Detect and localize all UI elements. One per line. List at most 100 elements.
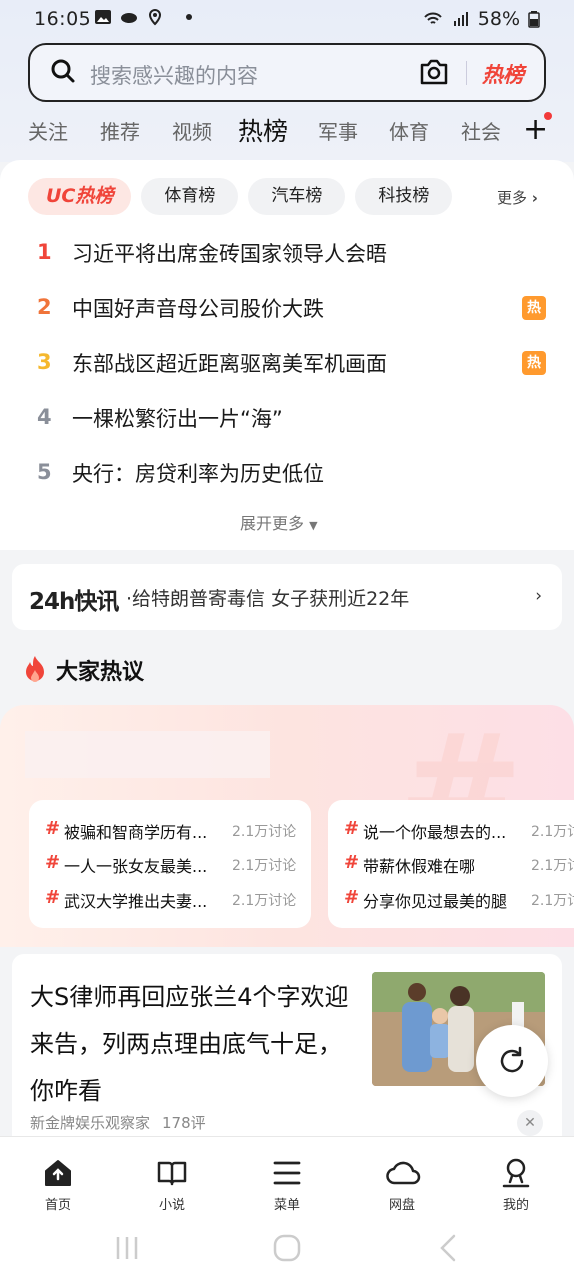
discuss-topic[interactable]: # 武汉大学推出夫妻... 2.1万讨论 xyxy=(45,887,309,913)
camera-icon[interactable] xyxy=(418,57,450,87)
news-comments: 178评 xyxy=(162,1114,206,1132)
hot-badge: 热 xyxy=(522,296,546,320)
topic-count: 2.1万讨 xyxy=(531,858,574,874)
signal-icon xyxy=(453,12,468,26)
discuss-topic[interactable]: # 分享你见过最美的腿 2.1万讨 xyxy=(344,887,574,913)
topic-title: 分享你见过最美的腿 xyxy=(363,892,508,911)
cloud-drive-icon xyxy=(386,1161,421,1185)
rank-title: 东部战区超近距离驱离美军机画面 xyxy=(72,352,387,376)
hot-ranking-card: UC热榜 体育榜 汽车榜 科技榜 更多 › 1 习近平将出席金砖国家领导人会晤 … xyxy=(0,160,574,550)
battery-icon xyxy=(528,11,540,28)
ranking-item[interactable]: 1 习近平将出席金砖国家领导人会晤 xyxy=(0,234,574,274)
nav-cloud[interactable]: 网盘 xyxy=(362,1147,442,1217)
caret-down-icon: ▼ xyxy=(309,519,318,532)
more-notifications-dot xyxy=(186,14,192,20)
hashtag-icon: # xyxy=(344,818,360,839)
topic-title: 说一个你最想去的... xyxy=(363,823,507,842)
nav-home-label: 首页 xyxy=(44,1198,71,1213)
notification-icons xyxy=(94,8,192,26)
menu-icon xyxy=(273,1161,301,1185)
topic-count: 2.1万讨论 xyxy=(232,858,297,874)
topic-count: 2.1万讨 xyxy=(531,893,574,909)
back-icon[interactable] xyxy=(434,1233,464,1263)
discuss-card-left: # 被骗和智商学历有... 2.1万讨论 # 一人一张女友最美... 2.1万讨… xyxy=(29,800,311,928)
chevron-right-icon: › xyxy=(531,189,538,207)
nav-menu-label: 菜单 xyxy=(273,1198,300,1213)
news-source: 新金牌娱乐观察家 xyxy=(30,1114,151,1132)
hot-discuss-panel: # # 被骗和智商学历有... 2.1万讨论 # 一人一张女友最美... 2.1… xyxy=(0,705,574,947)
chip-uc-hot[interactable]: UC热榜 xyxy=(28,178,132,215)
topic-title: 一人一张女友最美... xyxy=(64,857,208,876)
rank-number: 2 xyxy=(37,295,52,319)
hashtag-icon: # xyxy=(45,818,61,839)
tab-military[interactable]: 军事 xyxy=(318,116,358,145)
chip-auto[interactable]: 汽车榜 xyxy=(248,178,346,215)
rank-number: 1 xyxy=(37,240,52,264)
chip-tech[interactable]: 科技榜 xyxy=(355,178,453,215)
discuss-topic[interactable]: # 被骗和智商学历有... 2.1万讨论 xyxy=(45,818,309,844)
tab-sports[interactable]: 体育 xyxy=(389,116,429,145)
discuss-topic[interactable]: # 带薪休假难在哪 2.1万讨 xyxy=(344,852,574,878)
channel-tabs: 关注 推荐 视频 热榜 军事 体育 社会 + xyxy=(0,110,574,154)
close-icon[interactable]: ✕ xyxy=(517,1110,543,1136)
nav-home[interactable]: 首页 xyxy=(18,1147,98,1217)
ranking-item[interactable]: 3 东部战区超近距离驱离美军机画面 热 xyxy=(0,344,574,384)
book-icon xyxy=(157,1161,187,1186)
hashtag-icon: # xyxy=(45,887,61,908)
expand-more-button[interactable]: 展开更多 ▼ xyxy=(240,510,318,534)
nav-me[interactable]: 我的 xyxy=(476,1147,556,1217)
search-bar[interactable]: 搜索感兴趣的内容 热榜 xyxy=(28,43,546,102)
news-meta: 新金牌娱乐观察家 178评 xyxy=(30,1112,206,1133)
nav-menu[interactable]: 菜单 xyxy=(247,1147,327,1217)
cloud-icon xyxy=(121,13,137,23)
rank-number: 5 xyxy=(37,460,52,484)
banner-placeholder xyxy=(25,731,270,778)
wifi-icon xyxy=(424,12,442,24)
flash-logo: 24h快讯 xyxy=(29,589,119,615)
status-time: 16:05 xyxy=(34,8,92,30)
hashtag-icon: # xyxy=(344,852,360,873)
nav-novel[interactable]: 小说 xyxy=(132,1147,212,1217)
rank-number: 3 xyxy=(37,350,52,374)
search-icon xyxy=(51,59,75,83)
tab-follow[interactable]: 关注 xyxy=(28,116,68,145)
discuss-card-right: # 说一个你最想去的... 2.1万讨 # 带薪休假难在哪 2.1万讨 # 分享… xyxy=(328,800,574,928)
new-badge-dot xyxy=(544,112,552,120)
flash-news-bar[interactable]: 24h快讯 ·给特朗普寄毒信 女子获刑近22年 › xyxy=(12,564,562,630)
nav-cloud-label: 网盘 xyxy=(388,1198,415,1213)
refresh-icon xyxy=(500,1046,524,1073)
chips-more-button[interactable]: 更多 › xyxy=(497,187,538,208)
user-icon xyxy=(502,1158,530,1188)
flash-message: ·给特朗普寄毒信 女子获刑近22年 xyxy=(126,588,410,610)
ranking-item[interactable]: 2 中国好声音母公司股价大跌 热 xyxy=(0,289,574,329)
hashtag-icon: # xyxy=(344,887,360,908)
news-headline: 大S律师再回应张兰4个字欢迎来告，列两点理由底气十足，你咋看 xyxy=(30,983,349,1105)
tab-hot[interactable]: 热榜 xyxy=(238,112,288,148)
ranking-item[interactable]: 5 央行：房贷利率为历史低位 xyxy=(0,454,574,494)
tab-society[interactable]: 社会 xyxy=(461,116,501,145)
bottom-nav: 首页 小说 菜单 网盘 我的 xyxy=(0,1136,574,1280)
discuss-topic[interactable]: # 一人一张女友最美... 2.1万讨论 xyxy=(45,852,309,878)
tab-recommend[interactable]: 推荐 xyxy=(100,116,140,145)
search-input[interactable]: 搜索感兴趣的内容 xyxy=(90,60,258,90)
location-icon xyxy=(148,8,162,26)
recent-apps-icon[interactable] xyxy=(112,1233,142,1263)
add-channel-icon[interactable]: + xyxy=(523,115,548,145)
hot-list-button[interactable]: 热榜 xyxy=(482,59,524,89)
hot-discuss-title: 大家热议 xyxy=(56,660,145,685)
nav-me-label: 我的 xyxy=(502,1198,529,1213)
refresh-button[interactable] xyxy=(476,1025,548,1097)
home-button-icon[interactable] xyxy=(272,1233,302,1263)
tab-video[interactable]: 视频 xyxy=(172,116,212,145)
topic-title: 带薪休假难在哪 xyxy=(363,857,476,876)
rank-title: 中国好声音母公司股价大跌 xyxy=(72,297,324,321)
chip-sports[interactable]: 体育榜 xyxy=(141,178,239,215)
topic-count: 2.1万讨论 xyxy=(232,824,297,840)
battery-percent: 58% xyxy=(477,8,520,30)
gallery-icon xyxy=(95,10,111,24)
ranking-item[interactable]: 4 一棵松繁衍出一片“海” xyxy=(0,399,574,439)
rank-title: 习近平将出席金砖国家领导人会晤 xyxy=(72,242,387,266)
discuss-topic[interactable]: # 说一个你最想去的... 2.1万讨 xyxy=(344,818,574,844)
topic-count: 2.1万讨 xyxy=(531,824,574,840)
flame-icon xyxy=(26,656,44,682)
